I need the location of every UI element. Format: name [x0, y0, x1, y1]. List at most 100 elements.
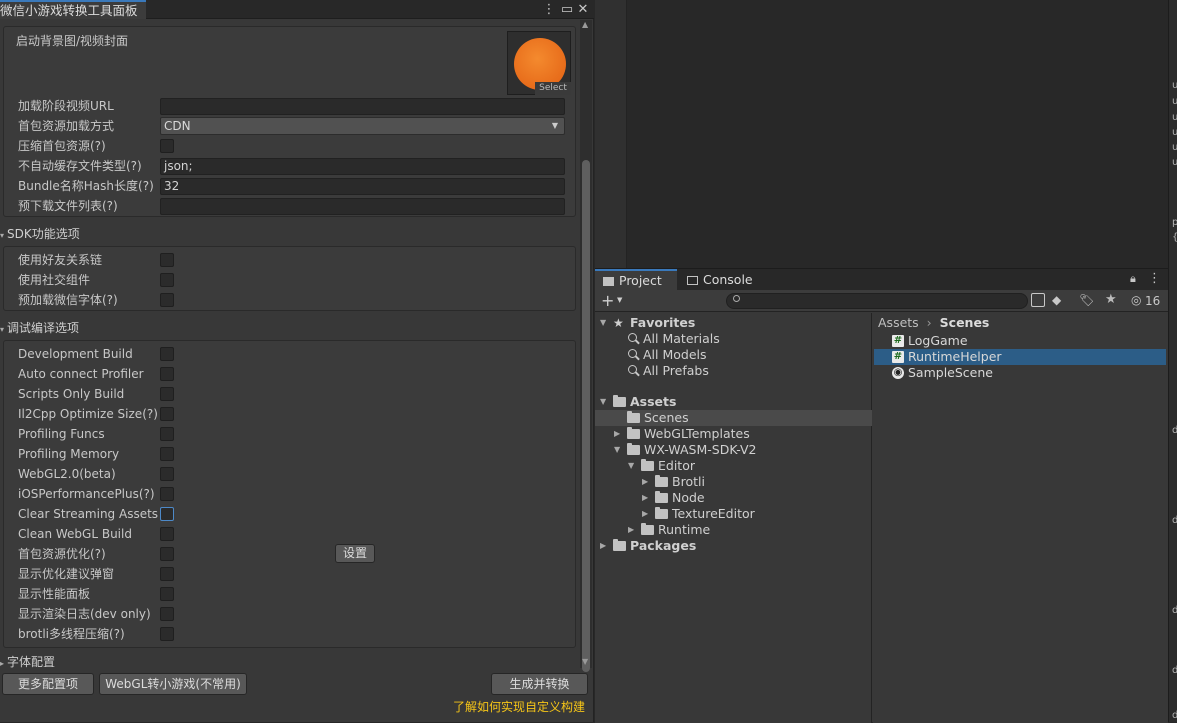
- debug-option-label: Scripts Only Build: [18, 387, 125, 401]
- search-icon: [628, 349, 637, 358]
- hidden-eye-icon[interactable]: ◎: [1131, 293, 1141, 307]
- folder-icon: [655, 507, 668, 519]
- edge-glyph: d: [1172, 515, 1177, 526]
- hidden-count: 16: [1145, 294, 1161, 308]
- expand-arrow-icon[interactable]: ▶: [600, 538, 606, 554]
- debug-option-checkbox[interactable]: [160, 547, 174, 561]
- font-section-header[interactable]: ▸ 字体配置: [0, 652, 55, 672]
- edge-glyph: d: [1172, 665, 1177, 676]
- webgl-convert-button[interactable]: WebGL转小游戏(不常用): [99, 673, 247, 695]
- tree-item[interactable]: ▶ Runtime: [595, 522, 872, 538]
- filter-type-icon[interactable]: ◆: [1052, 293, 1061, 307]
- search-input[interactable]: [726, 293, 1028, 309]
- tree-item[interactable]: ▼ WX-WASM-SDK-V2: [595, 442, 872, 458]
- sdk-option-checkbox[interactable]: [160, 293, 174, 307]
- tree-item[interactable]: ▼ Editor: [595, 458, 872, 474]
- panel-scrollbar[interactable]: ▲ ▼: [580, 20, 592, 672]
- close-icon[interactable]: ✕: [575, 0, 591, 19]
- tree-item[interactable]: ▶ Node: [595, 490, 872, 506]
- tree-item[interactable]: ▶ TextureEditor: [595, 506, 872, 522]
- tab-console-label: Console: [703, 272, 753, 287]
- project-tabs: Project Console 🔒︎ ⋮: [595, 269, 1168, 290]
- star-icon[interactable]: ★: [1105, 292, 1117, 307]
- debug-option-checkbox[interactable]: [160, 427, 174, 441]
- expand-arrow-icon[interactable]: ▶: [614, 426, 620, 442]
- debug-option-checkbox[interactable]: [160, 347, 174, 361]
- debug-option-checkbox[interactable]: [160, 567, 174, 581]
- compress-checkbox[interactable]: [160, 139, 174, 153]
- nocache-field[interactable]: json;: [160, 158, 565, 175]
- debug-option-checkbox[interactable]: [160, 367, 174, 381]
- settings-button[interactable]: 设置: [335, 544, 375, 563]
- debug-section-header[interactable]: ▾ 调试编译选项: [0, 318, 79, 338]
- tree-item-label: Runtime: [658, 522, 711, 537]
- custom-build-link[interactable]: 了解如何实现自定义构建: [453, 699, 585, 716]
- scrollbar-thumb[interactable]: [582, 160, 590, 672]
- debug-option-checkbox[interactable]: [160, 467, 174, 481]
- kebab-icon[interactable]: ⋮: [1148, 271, 1161, 286]
- scroll-up-icon[interactable]: ▲: [582, 20, 588, 29]
- file-row[interactable]: # LogGame: [874, 333, 1166, 349]
- expand-arrow-icon[interactable]: ▶: [628, 522, 634, 538]
- debug-option-checkbox[interactable]: [160, 487, 174, 501]
- expand-arrow-icon: ▼: [600, 318, 607, 327]
- debug-option-checkbox[interactable]: [160, 627, 174, 641]
- sdk-option-checkbox[interactable]: [160, 253, 174, 267]
- debug-option-checkbox[interactable]: [160, 607, 174, 621]
- file-row[interactable]: ◉ SampleScene: [874, 365, 1166, 381]
- select-button[interactable]: Select: [535, 82, 571, 95]
- debug-option-checkbox[interactable]: [160, 587, 174, 601]
- generate-button[interactable]: 生成并转换: [491, 673, 588, 695]
- debug-option-checkbox[interactable]: [160, 447, 174, 461]
- hash-length-field[interactable]: 32: [160, 178, 565, 195]
- sdk-option-label: 使用社交组件: [18, 273, 91, 287]
- kebab-icon[interactable]: ⋮: [541, 0, 557, 19]
- video-url-field[interactable]: [160, 98, 565, 115]
- tree-item[interactable]: ▼ Assets: [595, 394, 872, 410]
- expand-arrow-icon[interactable]: ▼: [628, 458, 634, 474]
- search-by-type-icon[interactable]: [1031, 293, 1045, 307]
- expand-arrow-icon[interactable]: ▼: [600, 394, 606, 410]
- debug-option-checkbox[interactable]: [160, 387, 174, 401]
- expand-arrow-icon[interactable]: ▶: [642, 490, 648, 506]
- breadcrumb-root[interactable]: Assets: [878, 315, 919, 330]
- chevron-down-icon[interactable]: ▼: [617, 296, 622, 304]
- tree-item[interactable]: Scenes: [595, 410, 872, 426]
- file-row-selected[interactable]: # RuntimeHelper: [874, 349, 1166, 365]
- tree-item-label: WX-WASM-SDK-V2: [644, 442, 757, 457]
- add-icon[interactable]: +: [601, 291, 614, 310]
- debug-option-checkbox[interactable]: [160, 407, 174, 421]
- folder-icon: [613, 539, 626, 551]
- expand-arrow-icon[interactable]: ▼: [614, 442, 620, 458]
- maximize-icon[interactable]: ▭: [559, 0, 575, 19]
- sdk-section-header[interactable]: ▾ SDK功能选项: [0, 224, 80, 244]
- expand-arrow-icon[interactable]: ▶: [642, 506, 648, 522]
- edge-glyph: {: [1172, 232, 1177, 243]
- tab-project[interactable]: Project: [595, 269, 677, 290]
- sdk-option-checkbox[interactable]: [160, 273, 174, 287]
- load-mode-dropdown[interactable]: CDN ▼: [160, 117, 565, 135]
- breadcrumb-current[interactable]: Scenes: [940, 315, 990, 330]
- scroll-down-icon[interactable]: ▼: [582, 657, 588, 666]
- expand-arrow-icon[interactable]: ▶: [642, 474, 648, 490]
- debug-option-checkbox[interactable]: [160, 507, 174, 521]
- tree-item-label: Packages: [630, 538, 697, 553]
- console-icon: [687, 276, 698, 285]
- lock-icon[interactable]: 🔒︎: [1130, 272, 1136, 286]
- tab-console[interactable]: Console: [679, 269, 769, 290]
- favorite-item[interactable]: All Materials: [595, 331, 872, 347]
- debug-option-checkbox[interactable]: [160, 527, 174, 541]
- edge-glyph: u: [1172, 80, 1177, 91]
- more-config-button[interactable]: 更多配置项: [2, 673, 94, 695]
- tree-item[interactable]: ▶ Packages: [595, 538, 872, 554]
- label-icon[interactable]: 🏷︎: [1079, 293, 1094, 307]
- favorites-row[interactable]: ▼ ★ Favorites: [595, 315, 872, 331]
- tree-item[interactable]: ▶ WebGLTemplates: [595, 426, 872, 442]
- favorite-item[interactable]: All Models: [595, 347, 872, 363]
- favorite-item[interactable]: All Prefabs: [595, 363, 872, 379]
- cover-thumbnail[interactable]: Select: [507, 31, 571, 95]
- tab-project-label: Project: [619, 273, 662, 288]
- preload-list-field[interactable]: [160, 198, 565, 215]
- tree-item[interactable]: ▶ Brotli: [595, 474, 872, 490]
- panel-tab[interactable]: 微信小游戏转换工具面板: [0, 0, 146, 19]
